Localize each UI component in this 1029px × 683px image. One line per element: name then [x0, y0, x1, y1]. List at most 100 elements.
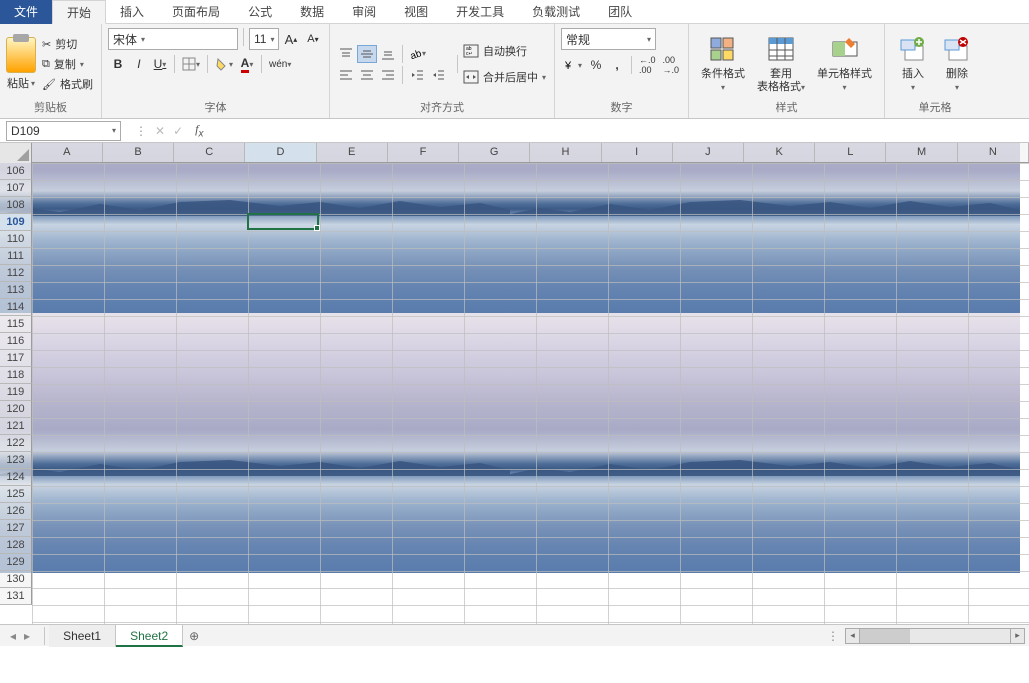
- insert-cells-button[interactable]: 插入▾: [891, 32, 935, 96]
- copy-button[interactable]: 复制▾: [40, 54, 95, 74]
- border-button[interactable]: ▾: [179, 53, 203, 75]
- row-header-110[interactable]: 110: [0, 231, 32, 248]
- align-bottom-button[interactable]: [378, 45, 398, 63]
- column-header-C[interactable]: C: [174, 143, 245, 162]
- row-header-107[interactable]: 107: [0, 180, 32, 197]
- tab-home[interactable]: 开始: [52, 0, 106, 24]
- new-sheet-button[interactable]: ⊕: [183, 629, 205, 643]
- sheet-nav-prev[interactable]: ◂: [10, 629, 16, 643]
- select-all-corner[interactable]: [0, 143, 32, 163]
- decrease-indent-button[interactable]: [407, 66, 427, 84]
- format-as-table-button[interactable]: 套用 表格格式▾: [751, 32, 811, 96]
- row-header-117[interactable]: 117: [0, 350, 32, 367]
- row-header-122[interactable]: 122: [0, 435, 32, 452]
- accounting-format-button[interactable]: ¥▾: [561, 54, 585, 76]
- cell-styles-button[interactable]: 单元格样式▾: [811, 32, 878, 96]
- bold-button[interactable]: B: [108, 53, 128, 75]
- tab-scroll-split[interactable]: ⋮: [821, 629, 845, 643]
- column-header-I[interactable]: I: [602, 143, 673, 162]
- formula-input[interactable]: [207, 121, 1029, 141]
- row-header-115[interactable]: 115: [0, 316, 32, 333]
- spreadsheet-grid[interactable]: ABCDEFGHIJKLMN 1061071081091101111121131…: [0, 143, 1029, 624]
- column-header-B[interactable]: B: [103, 143, 174, 162]
- scroll-left-button[interactable]: ◂: [846, 629, 860, 643]
- comma-button[interactable]: ,: [607, 54, 627, 76]
- format-painter-button[interactable]: 格式刷: [40, 74, 95, 94]
- row-header-126[interactable]: 126: [0, 503, 32, 520]
- row-header-124[interactable]: 124: [0, 469, 32, 486]
- row-header-127[interactable]: 127: [0, 520, 32, 537]
- row-header-129[interactable]: 129: [0, 554, 32, 571]
- column-header-M[interactable]: M: [886, 143, 957, 162]
- column-header-J[interactable]: J: [673, 143, 744, 162]
- align-top-button[interactable]: [336, 45, 356, 63]
- fill-handle[interactable]: [314, 225, 320, 231]
- merge-center-button[interactable]: 合并后居中▾: [461, 67, 548, 87]
- column-header-E[interactable]: E: [317, 143, 388, 162]
- row-header-109[interactable]: 109: [0, 214, 32, 231]
- tab-loadtest[interactable]: 负载测试: [518, 0, 594, 24]
- number-format-combo[interactable]: 常规▾: [561, 28, 656, 50]
- sheet-tab-sheet2[interactable]: Sheet2: [116, 625, 183, 647]
- column-header-L[interactable]: L: [815, 143, 886, 162]
- row-header-131[interactable]: 131: [0, 588, 32, 605]
- tab-data[interactable]: 数据: [286, 0, 338, 24]
- selected-cell[interactable]: [247, 213, 319, 230]
- row-header-112[interactable]: 112: [0, 265, 32, 282]
- fx-icon[interactable]: fx: [191, 122, 207, 139]
- row-header-123[interactable]: 123: [0, 452, 32, 469]
- column-header-K[interactable]: K: [744, 143, 815, 162]
- align-middle-button[interactable]: [357, 45, 377, 63]
- row-header-120[interactable]: 120: [0, 401, 32, 418]
- tab-view[interactable]: 视图: [390, 0, 442, 24]
- orientation-button[interactable]: ab▾: [407, 45, 427, 63]
- wrap-text-button[interactable]: abc↵自动换行: [461, 41, 548, 61]
- row-header-119[interactable]: 119: [0, 384, 32, 401]
- delete-cells-button[interactable]: 删除▾: [935, 32, 979, 96]
- scroll-right-button[interactable]: ▸: [1010, 629, 1024, 643]
- percent-button[interactable]: %: [586, 54, 606, 76]
- row-header-130[interactable]: 130: [0, 571, 32, 588]
- font-name-combo[interactable]: 宋体▾: [108, 28, 238, 50]
- horizontal-scrollbar[interactable]: ◂ ▸: [845, 628, 1025, 644]
- cells-area[interactable]: [32, 163, 1029, 624]
- column-header-F[interactable]: F: [388, 143, 459, 162]
- align-right-button[interactable]: [378, 66, 398, 84]
- row-header-106[interactable]: 106: [0, 163, 32, 180]
- decrease-font-button[interactable]: A▾: [303, 28, 323, 50]
- row-header-128[interactable]: 128: [0, 537, 32, 554]
- enter-formula-button[interactable]: ✓: [173, 124, 183, 138]
- fill-color-button[interactable]: ▾: [212, 53, 236, 75]
- tab-review[interactable]: 审阅: [338, 0, 390, 24]
- column-header-H[interactable]: H: [530, 143, 601, 162]
- row-header-114[interactable]: 114: [0, 299, 32, 316]
- cut-button[interactable]: 剪切: [40, 34, 95, 54]
- paste-button[interactable]: 粘贴▾: [7, 75, 35, 91]
- font-size-combo[interactable]: 11▾: [249, 28, 279, 50]
- tab-developer[interactable]: 开发工具: [442, 0, 518, 24]
- underline-button[interactable]: U▾: [150, 53, 170, 75]
- decrease-decimal-button[interactable]: .00→.0: [660, 54, 683, 76]
- row-header-125[interactable]: 125: [0, 486, 32, 503]
- italic-button[interactable]: I: [129, 53, 149, 75]
- tab-insert[interactable]: 插入: [106, 0, 158, 24]
- align-left-button[interactable]: [336, 66, 356, 84]
- scroll-thumb[interactable]: [860, 629, 910, 643]
- column-header-D[interactable]: D: [245, 143, 316, 162]
- row-header-113[interactable]: 113: [0, 282, 32, 299]
- tab-file[interactable]: 文件: [0, 0, 52, 24]
- paste-icon[interactable]: [6, 37, 36, 73]
- name-box-expand[interactable]: ⋮: [135, 124, 147, 138]
- phonetic-button[interactable]: wén▾: [266, 53, 294, 75]
- row-header-111[interactable]: 111: [0, 248, 32, 265]
- column-header-G[interactable]: G: [459, 143, 530, 162]
- increase-font-button[interactable]: A▴: [281, 28, 301, 50]
- conditional-format-button[interactable]: 条件格式▾: [695, 32, 751, 96]
- tab-formulas[interactable]: 公式: [234, 0, 286, 24]
- name-box[interactable]: D109▾: [6, 121, 121, 141]
- sheet-tab-sheet1[interactable]: Sheet1: [49, 625, 116, 647]
- tab-team[interactable]: 团队: [594, 0, 646, 24]
- font-color-button[interactable]: A▾: [237, 53, 257, 75]
- row-header-121[interactable]: 121: [0, 418, 32, 435]
- row-header-116[interactable]: 116: [0, 333, 32, 350]
